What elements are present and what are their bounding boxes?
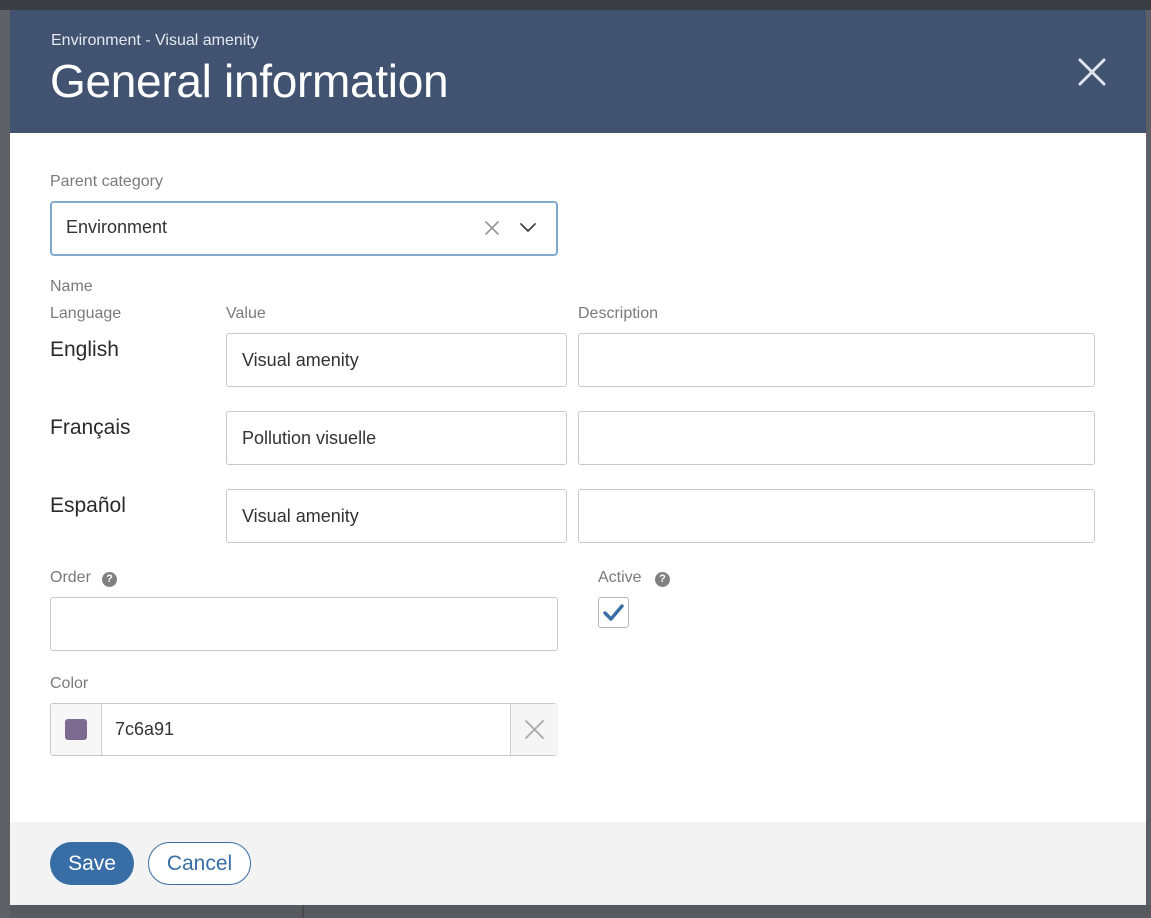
active-help-icon[interactable]: ? — [655, 572, 670, 587]
chevron-down-icon — [520, 223, 536, 232]
background-topbar — [0, 0, 1151, 10]
color-picker: 7c6a91 — [50, 703, 558, 756]
parent-category-toggle[interactable] — [518, 218, 538, 238]
modal-title: General information — [50, 55, 449, 107]
color-clear-button[interactable] — [510, 704, 558, 755]
name-description-spanish-input[interactable] — [578, 489, 1095, 543]
description-column-header: Description — [578, 305, 659, 322]
color-swatch-button[interactable] — [51, 704, 102, 755]
clear-icon — [525, 720, 544, 739]
parent-category-clear-button[interactable] — [482, 218, 502, 238]
name-value-spanish-input[interactable] — [226, 489, 567, 543]
language-column-header: Language — [50, 305, 122, 322]
background-bottom-edge — [10, 905, 1151, 918]
name-description-english-input[interactable] — [578, 333, 1095, 387]
active-label: Active — [598, 569, 642, 586]
background-sidebar — [0, 10, 10, 918]
parent-category-value: Environment — [66, 217, 168, 237]
close-icon — [1078, 58, 1106, 86]
order-label: Order — [50, 569, 91, 586]
language-spanish-label: Español — [50, 494, 126, 517]
color-swatch — [65, 719, 87, 740]
name-label: Name — [50, 278, 93, 295]
clear-icon — [485, 221, 499, 235]
name-value-english-input[interactable] — [226, 333, 567, 387]
color-value[interactable]: 7c6a91 — [115, 719, 174, 740]
background-right-edge — [1146, 10, 1151, 918]
order-input[interactable] — [50, 597, 558, 651]
modal-header: Environment - Visual amenity General inf… — [10, 10, 1146, 133]
name-value-french-input[interactable] — [226, 411, 567, 465]
parent-category-select[interactable]: Environment — [50, 201, 558, 256]
parent-category-label: Parent category — [50, 173, 163, 190]
modal-breadcrumb: Environment - Visual amenity — [51, 32, 259, 49]
name-description-french-input[interactable] — [578, 411, 1095, 465]
language-english-label: English — [50, 338, 119, 361]
cancel-button[interactable]: Cancel — [148, 842, 251, 885]
background-divider — [302, 905, 304, 918]
value-column-header: Value — [226, 305, 266, 322]
save-button[interactable]: Save — [50, 842, 134, 885]
general-information-modal: Environment - Visual amenity General inf… — [10, 10, 1146, 905]
order-help-icon[interactable]: ? — [102, 572, 117, 587]
active-checkbox[interactable] — [598, 597, 629, 628]
language-french-label: Français — [50, 416, 131, 439]
modal-footer: Save Cancel — [10, 822, 1146, 905]
check-icon — [603, 604, 624, 621]
color-label: Color — [50, 675, 89, 692]
close-button[interactable] — [1072, 52, 1112, 92]
